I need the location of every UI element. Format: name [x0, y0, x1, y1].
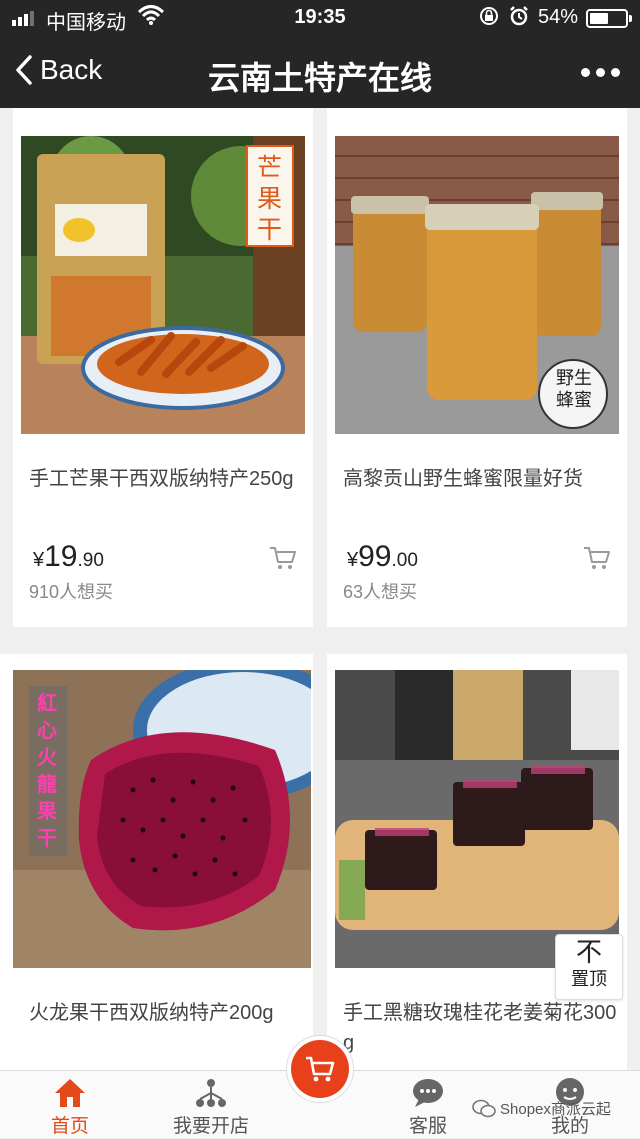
product-card[interactable]: 芒果干 手工芒果干西双版纳特产250g ¥19.90 910人想买	[13, 120, 313, 627]
home-icon	[55, 1079, 85, 1107]
price-decimal: .90	[77, 550, 104, 571]
product-price: ¥19.90	[33, 540, 104, 574]
add-to-cart-icon[interactable]	[269, 545, 297, 571]
product-image[interactable]: 野生蜂蜜	[335, 136, 619, 434]
product-image-label: 芒果干	[257, 153, 283, 244]
network-icon	[196, 1079, 226, 1107]
product-image-label: 野生蜂蜜	[556, 368, 592, 411]
chevron-left-icon	[16, 55, 32, 85]
scroll-to-top-button[interactable]: 不 置顶	[555, 934, 623, 1000]
product-card[interactable]: 紅心火龍果干 火龙果干西双版纳特产200g	[0, 654, 313, 1070]
product-card[interactable]: 手工黑糖玫瑰桂花老姜菊花300g	[327, 654, 627, 1070]
product-name: 手工黑糖玫瑰桂花老姜菊花300g	[343, 1002, 617, 1054]
price-integer: 99	[358, 540, 392, 573]
tab-label: 客服	[408, 1116, 447, 1137]
battery-percent: 54%	[538, 6, 579, 28]
price-decimal: .00	[391, 550, 418, 571]
product-image[interactable]	[335, 670, 619, 968]
product-image[interactable]: 芒果干	[21, 136, 305, 434]
back-button[interactable]: Back	[14, 54, 102, 86]
product-image[interactable]: 紅心火龍果干	[13, 670, 311, 968]
tab-label: 我要开店	[172, 1116, 249, 1137]
battery-icon	[586, 9, 632, 28]
watermark: Shopex商派云起	[472, 1098, 611, 1119]
tab-home[interactable]: 首页	[20, 1071, 120, 1139]
add-to-cart-icon[interactable]	[583, 545, 611, 571]
back-label: Back	[40, 54, 103, 85]
alarm-icon	[508, 5, 530, 33]
tab-label: 首页	[50, 1116, 89, 1137]
wechat-icon	[472, 1099, 496, 1117]
tab-open-shop[interactable]: 我要开店	[160, 1071, 262, 1139]
rotation-lock-icon	[478, 5, 500, 33]
nav-bar: Back 云南土特产在线	[0, 36, 640, 108]
battery-fill	[590, 13, 608, 24]
tab-customer-service[interactable]: 客服	[378, 1071, 478, 1139]
price-currency: ¥	[347, 549, 359, 571]
more-icon[interactable]	[581, 68, 620, 77]
to-top-icon: 不	[575, 937, 602, 967]
price-integer: 19	[44, 540, 78, 573]
product-grid: 芒果干 手工芒果干西双版纳特产250g ¥19.90 910人想买 野生蜂蜜 高…	[0, 108, 640, 1070]
price-currency: ¥	[33, 549, 45, 571]
chat-bubble-icon	[413, 1079, 443, 1107]
cart-icon	[306, 1056, 335, 1082]
product-image-label: 紅心火龍果干	[37, 691, 57, 850]
to-top-label: 置顶	[571, 969, 607, 989]
product-name: 高黎贡山野生蜂蜜限量好货	[343, 468, 583, 490]
product-name: 火龙果干西双版纳特产200g	[29, 1002, 274, 1024]
watermark-text: Shopex商派云起	[500, 1101, 611, 1118]
want-count: 63人想买	[343, 582, 418, 602]
cart-button[interactable]	[286, 1035, 354, 1103]
status-bar: 中国移动 19:35 54%	[0, 0, 640, 36]
product-price: ¥99.00	[347, 540, 418, 574]
product-name: 手工芒果干西双版纳特产250g	[29, 468, 294, 490]
want-count: 910人想买	[29, 582, 114, 602]
product-card[interactable]: 野生蜂蜜 高黎贡山野生蜂蜜限量好货 ¥99.00 63人想买	[327, 120, 627, 627]
